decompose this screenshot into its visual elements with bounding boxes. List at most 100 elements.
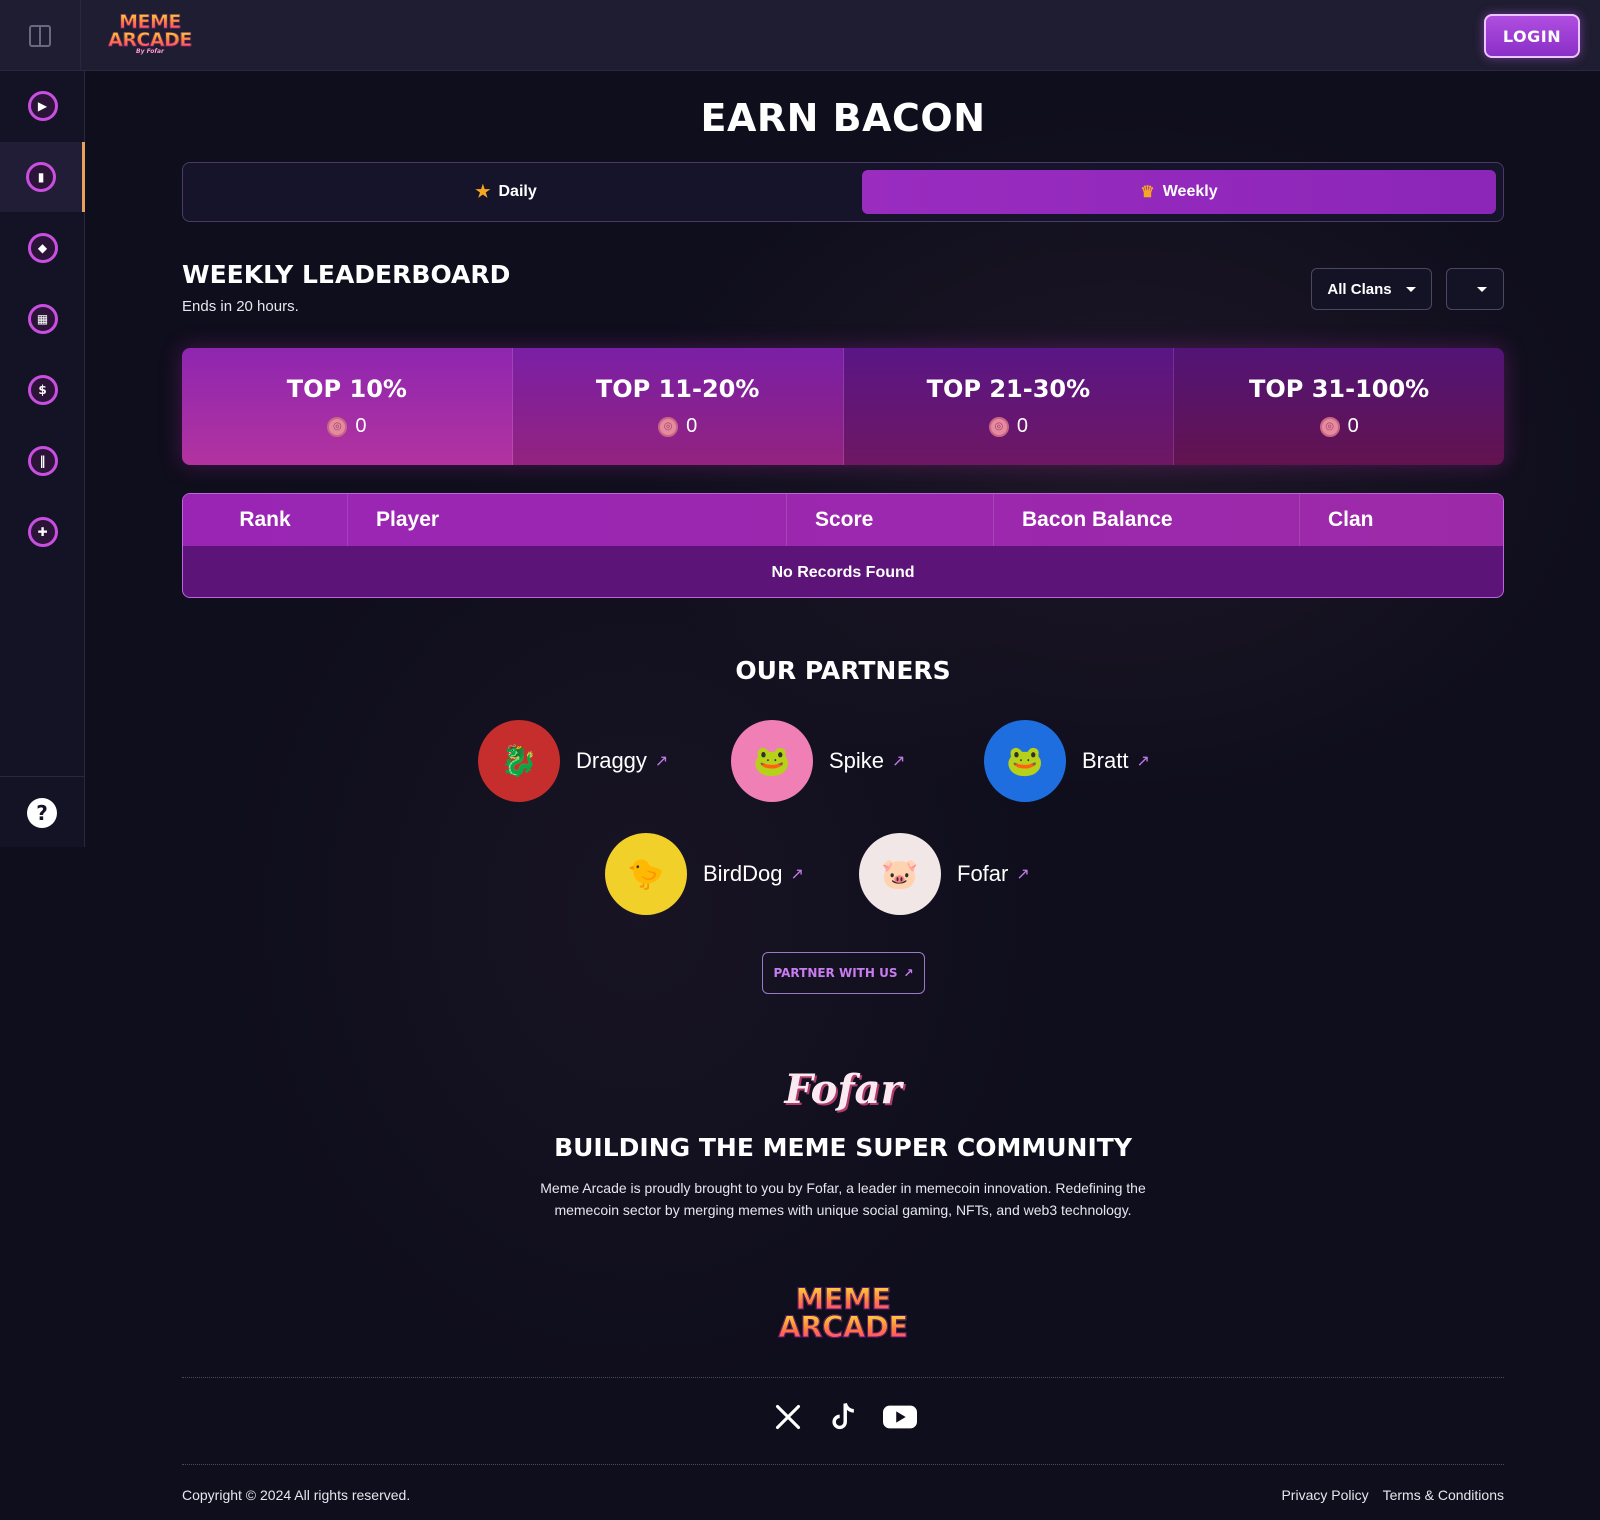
sidebar-item-shop[interactable]: ▦ [0,284,85,354]
footer-tagline: BUILDING THE MEME SUPER COMMUNITY [554,1133,1132,1162]
fofar-logo: Fofar [784,1066,902,1113]
terms-link[interactable]: Terms & Conditions [1383,1487,1504,1503]
tab-weekly[interactable]: ♛ Weekly [862,170,1496,214]
reward-tiers: TOP 10% ◎ 0 TOP 11-20% ◎ 0 TOP 21-30% ◎ … [182,348,1504,465]
column-player[interactable]: Player [348,494,787,546]
tier-name: TOP 10% [286,375,407,403]
sidebar-toggle[interactable] [0,0,81,71]
tier-card: TOP 21-30% ◎ 0 [843,348,1175,465]
panel-toggle-icon [29,24,51,47]
x-icon[interactable] [771,1400,805,1434]
frog-avatar-icon: 🐸 [731,720,813,802]
external-link-icon: ↗ [892,753,906,770]
bacon-coin-icon: ◎ [1319,416,1340,437]
about-line-2: memecoin sector by merging memes with un… [554,1202,1132,1218]
ticket-icon: ✚ [27,517,58,547]
tier-name: TOP 21-30% [926,375,1091,403]
external-link-icon: ↗ [1136,753,1150,770]
bacon-coin-icon: ◎ [988,416,1009,437]
bratt-avatar-icon: 🐸 [984,720,1066,802]
partners-title: OUR PARTNERS [735,656,951,685]
sidebar-item-games[interactable]: ◆ [0,213,85,283]
tier-reward: ◎ 0 [1319,415,1359,438]
column-clan[interactable]: Clan [1300,494,1503,546]
partner-draggy[interactable]: 🐉 Draggy ↗ [478,719,668,803]
leaderboard-table: Rank Player Score Bacon Balance Clan No … [182,493,1504,598]
tier-reward: ◎ 0 [988,415,1028,438]
column-score[interactable]: Score [787,494,994,546]
star-icon: ★ [475,182,491,201]
sidebar-item-pause[interactable]: ‖ [0,426,85,496]
about-line-1: Meme Arcade is proudly brought to you by… [540,1180,1146,1196]
copyright: Copyright © 2024 All rights reserved. [182,1487,411,1503]
bacon-coin-icon: ◎ [327,416,348,437]
tier-name: TOP 11-20% [595,375,760,403]
leaderboard-icon: ▮ [26,162,56,192]
help-icon[interactable]: ? [27,798,57,828]
tier-reward-value: 0 [1016,415,1028,437]
column-rank[interactable]: Rank [183,494,348,546]
play-icon: ▶ [27,91,58,121]
logo-line-2: ARCADE [778,1310,909,1344]
youtube-icon[interactable] [883,1400,917,1434]
partner-name: Fofar [957,861,1009,886]
period-tabs: ★ Daily ♛ Weekly [182,162,1504,222]
login-button[interactable]: LOGIN [1484,14,1580,58]
partner-name: Spike [829,748,885,773]
pause-icon: ‖ [27,446,58,476]
sidebar-item-leaderboard[interactable]: ▮ [0,142,85,212]
tab-daily-label: Daily [498,183,537,200]
leaderboard-title: WEEKLY LEADERBOARD [182,260,511,289]
external-link-icon: ↗ [790,866,804,883]
dragon-avatar-icon: 🐉 [478,720,560,802]
external-link-icon: ↗ [654,753,669,770]
tier-name: TOP 31-100% [1249,375,1430,403]
logo-tagline: By Fofar [136,48,164,56]
tier-card: TOP 11-20% ◎ 0 [512,348,844,465]
dollar-icon: $ [27,375,58,405]
tiktok-icon[interactable] [827,1400,861,1434]
sidebar-divider [0,776,85,777]
sidebar-item-play[interactable]: ▶ [0,71,85,141]
partner-spike[interactable]: 🐸 Spike ↗ [731,719,905,803]
external-link-icon: ↗ [903,966,914,980]
clan-filter-dropdown[interactable]: All Clans [1311,268,1432,310]
period-filter-dropdown[interactable] [1446,268,1504,310]
bacon-coin-icon: ◎ [658,416,679,437]
partner-bratt[interactable]: 🐸 Bratt ↗ [984,719,1150,803]
empty-state: No Records Found [771,563,915,581]
footer-divider [182,1377,1504,1378]
meme-arcade-footer-logo: MEME ARCADE [778,1280,909,1348]
partner-fofar[interactable]: 🐷 Fofar ↗ [859,832,1030,916]
chevron-down-icon [1477,286,1487,292]
chevron-down-icon [1405,286,1416,292]
sidebar-item-tickets[interactable]: ✚ [0,497,85,567]
tier-reward-value: 0 [1347,415,1359,437]
partner-with-us-button[interactable]: PARTNER WITH US ↗ [762,952,925,994]
table-header: Rank Player Score Bacon Balance Clan [183,494,1503,546]
sidebar-item-earn[interactable]: $ [0,355,85,425]
external-link-icon: ↗ [1016,866,1030,883]
page-title: EARN BACON [700,96,986,140]
leaderboard-ends: Ends in 20 hours. [182,298,299,315]
privacy-policy-link[interactable]: Privacy Policy [1281,1487,1368,1503]
shop-icon: ▦ [27,304,58,334]
legal-links: Privacy Policy Terms & Conditions [1281,1487,1504,1503]
partner-birddog[interactable]: 🐤 BirdDog ↗ [605,832,804,916]
social-links [771,1400,917,1434]
tier-reward-value: 0 [686,415,698,437]
tier-reward-value: 0 [355,415,367,437]
partner-name: Draggy [576,748,647,773]
games-icon: ◆ [27,233,58,263]
meme-arcade-logo[interactable]: MEME ARCADE By Fofar [108,8,193,60]
partner-name: BirdDog [703,861,783,886]
tab-daily[interactable]: ★ Daily [189,170,823,214]
sidebar: ▶ ▮ ◆ ▦ $ ‖ ✚ ? [0,71,85,847]
top-bar: MEME ARCADE By Fofar LOGIN [0,0,1600,71]
partner-name: Bratt [1082,748,1129,773]
tier-card: TOP 10% ◎ 0 [182,348,513,465]
fofar-avatar-icon: 🐷 [859,833,941,915]
column-bacon-balance[interactable]: Bacon Balance [994,494,1300,546]
partner-with-us-label: PARTNER WITH US [773,966,898,980]
clan-filter-value: All Clans [1327,280,1392,298]
